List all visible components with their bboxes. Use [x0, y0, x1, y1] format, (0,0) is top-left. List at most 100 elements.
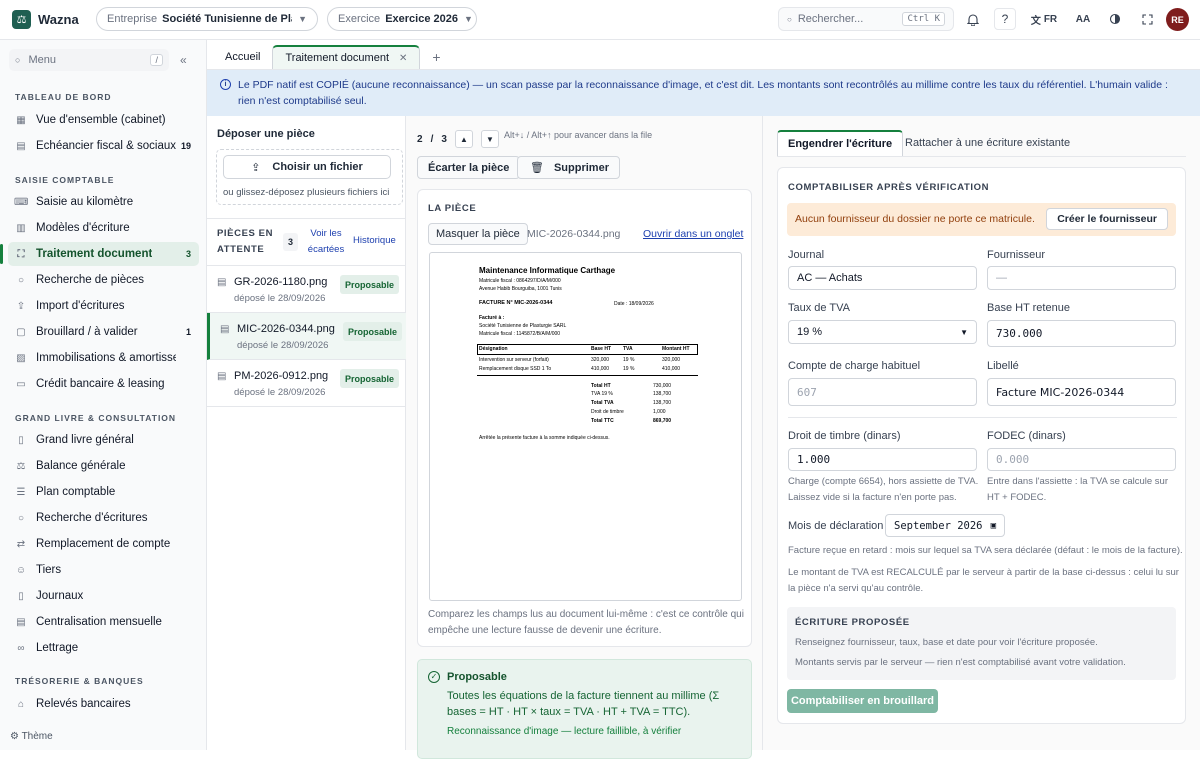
choose-file-button[interactable]: ⇪ Choisir un fichier [223, 155, 391, 179]
menu-search-input[interactable]: ○ Menu / [9, 49, 169, 71]
sidebar-item-label: Centralisation mensuelle [36, 616, 162, 628]
sidebar-item-modeles[interactable]: ▥ Modèles d'écriture [8, 216, 199, 240]
proposed-entry: Écriture proposée Renseignez fournisseur… [787, 607, 1176, 680]
invoice-cell: 19 % [623, 357, 635, 363]
sidebar-item-echeancier[interactable]: ▤ Échéancier fiscal & sociaux 19 [8, 134, 199, 158]
collapse-sidebar-icon[interactable]: « [180, 53, 187, 67]
fodec-field[interactable]: 0.000 [987, 448, 1176, 471]
search-icon: ○ [17, 512, 25, 524]
sidebar-item-import[interactable]: ⇪ Import d'écritures [8, 294, 199, 318]
sidebar-item-label: Recherche d'écritures [36, 512, 148, 524]
dropzone[interactable]: ⇪ Choisir un fichier ou glissez-déposez … [216, 149, 403, 205]
sidebar-item-label: Recherche de pièces [36, 274, 145, 286]
tab-traitement-document[interactable]: Traitement document ✕ [272, 45, 421, 69]
sidebar-item-credit[interactable]: ▭ Crédit bancaire & leasing [8, 372, 199, 396]
sidebar-item-journaux[interactable]: ▯ Journaux [8, 584, 199, 608]
invoice-divider [477, 375, 698, 376]
menu-shortcut: / [150, 54, 163, 66]
info-icon: i [220, 79, 231, 90]
exercice-selector[interactable]: Exercice Exercice 2026 ▼ [327, 7, 477, 31]
list-item[interactable]: ▤ GR-2026-1180.png déposé le 28/09/2026 … [207, 266, 406, 313]
font-size-icon: AA [1075, 13, 1091, 25]
list-item[interactable]: ▤ PM-2026-0912.png déposé le 28/09/2026 … [207, 360, 406, 407]
sidebar-item-remplacement[interactable]: ⇄ Remplacement de compte [8, 532, 199, 556]
calendar-icon: ▤ [16, 140, 26, 152]
sidebar-item-label: Vue d'ensemble (cabinet) [36, 114, 166, 126]
sidebar-item-label: Balance générale [36, 460, 126, 472]
hide-piece-button[interactable]: Masquer la pièce [428, 223, 528, 245]
month-field[interactable]: September 2026 ▣ [885, 514, 1005, 537]
invoice-total-value: 869,700 [653, 418, 672, 424]
sidebar-item-recherche-ecritures[interactable]: ○ Recherche d'écritures [8, 506, 199, 530]
sidebar-item-traitement-document[interactable]: ⛶ Traitement document 3 [0, 242, 199, 266]
stamp-field[interactable]: 1.000 [788, 448, 977, 471]
compare-note: Comparez les champs lus au document lui-… [428, 609, 744, 636]
supplier-field[interactable]: — [987, 266, 1176, 290]
expand-icon [1141, 13, 1153, 25]
invoice-header: Base HT [591, 346, 612, 352]
sidebar-item-grand-livre[interactable]: ▯ Grand livre général [8, 428, 199, 452]
sidebar-item-tiers[interactable]: ☺ Tiers [8, 558, 199, 582]
chevron-down-icon: ▼ [960, 327, 968, 337]
tva-select[interactable]: 19 % ▼ [788, 320, 977, 344]
keyboard-icon: ⌨ [14, 196, 29, 208]
delete-button[interactable]: 🗑 Supprimer [517, 156, 620, 179]
sidebar-item-vue-ensemble[interactable]: ▦ Vue d'ensemble (cabinet) [8, 108, 199, 132]
tab-rattacher[interactable]: Rattacher à une écriture existante [895, 130, 1080, 156]
account-field[interactable]: 607 [788, 378, 977, 406]
libelle-field[interactable]: Facture MIC-2026-0344 [987, 378, 1176, 406]
document-icon: ▤ [220, 324, 230, 335]
entreprise-selector[interactable]: Entreprise Société Tunisienne de Pla... … [96, 7, 318, 31]
sidebar-item-count: 1 [185, 327, 191, 337]
sidebar-item-immobilisations[interactable]: ▨ Immobilisations & amortissements [8, 346, 199, 370]
language-button[interactable]: 文 FR [1028, 8, 1060, 30]
theme-button[interactable]: ⚙ Thème [10, 731, 53, 742]
avatar[interactable]: RE [1166, 8, 1189, 31]
invoice-header: Montant HT [662, 346, 690, 352]
tab-accueil[interactable]: Accueil [213, 45, 272, 69]
app-logo[interactable]: ⚖ Wazna [12, 10, 92, 29]
sidebar-item-plan-comptable[interactable]: ☰ Plan comptable [8, 480, 199, 504]
discard-button[interactable]: Écarter la pièce [417, 156, 521, 179]
help-button[interactable]: ? [994, 8, 1016, 30]
font-size-button[interactable]: AA [1072, 8, 1094, 30]
tab-engendrer[interactable]: Engendrer l'écriture [777, 130, 904, 156]
fullscreen-button[interactable] [1136, 8, 1158, 30]
close-icon[interactable]: ✕ [399, 53, 407, 64]
menu-placeholder: Menu [28, 54, 56, 66]
base-ht-field[interactable]: 730.000 [987, 320, 1176, 347]
trash-icon: 🗑 [530, 162, 544, 174]
dark-mode-toggle[interactable] [1104, 8, 1126, 30]
open-in-tab-link[interactable]: Ouvrir dans un onglet [643, 228, 743, 240]
invoice-cell: Intervention sur serveur (forfait) [479, 357, 549, 363]
moon-icon [1109, 13, 1121, 25]
bell-icon[interactable] [962, 8, 984, 30]
new-tab-button[interactable]: + [420, 45, 452, 69]
list-item[interactable]: ▤ MIC-2026-0344.png déposé le 28/09/2026… [207, 313, 406, 360]
sidebar-item-centralisation[interactable]: ▤ Centralisation mensuelle [8, 610, 199, 634]
history-link[interactable]: Historique [353, 235, 396, 246]
chevron-down-icon: ▼ [463, 14, 473, 24]
next-button[interactable]: ▼ [480, 130, 499, 148]
upload-title: Déposer une pièce [217, 128, 315, 140]
entry-form: Comptabiliser après vérification Aucun f… [777, 167, 1186, 724]
sidebar-item-releves[interactable]: ⌂ Relevés bancaires [8, 692, 199, 716]
submit-draft-button[interactable]: Comptabiliser en brouillard [787, 689, 938, 713]
sidebar-item-recherche-pieces[interactable]: ○ Recherche de pièces [8, 268, 199, 292]
journal-field[interactable]: AC — Achats [788, 266, 977, 290]
entreprise-label: Entreprise [107, 13, 158, 25]
base-value: 730.000 [996, 327, 1043, 340]
hide-piece-label: Masquer la pièce [436, 228, 520, 240]
discarded-link[interactable]: Voir les écartées [307, 226, 345, 258]
sidebar-item-brouillard[interactable]: ▢ Brouillard / à valider 1 [8, 320, 199, 344]
list-icon: ☰ [16, 486, 26, 498]
global-search[interactable]: ○ Rechercher... Ctrl K [778, 7, 954, 31]
status-title: Proposable [447, 671, 507, 683]
sidebar-item-balance[interactable]: ⚖ Balance générale [8, 454, 199, 478]
sidebar-item-lettrage[interactable]: ∞ Lettrage [8, 636, 199, 660]
month-label: Mois de déclaration [788, 520, 884, 532]
form-section-title: Comptabiliser après vérification [788, 182, 990, 193]
create-supplier-button[interactable]: Créer le fournisseur [1046, 208, 1168, 230]
sidebar-item-saisie-kilometre[interactable]: ⌨ Saisie au kilomètre [8, 190, 199, 214]
previous-button[interactable]: ▲ [454, 130, 473, 148]
